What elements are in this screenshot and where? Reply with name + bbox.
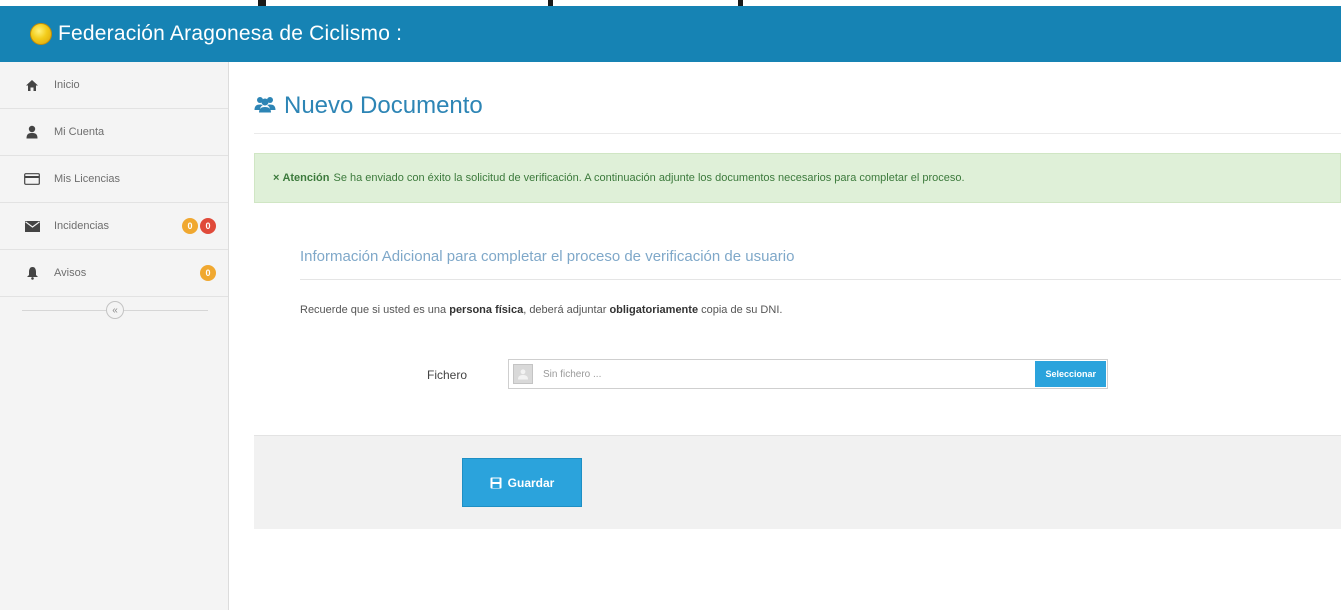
count-badge: 0 xyxy=(200,265,216,281)
bell-icon xyxy=(24,265,40,281)
divider xyxy=(254,133,1341,134)
sidebar-item-label: Inicio xyxy=(54,79,80,91)
page-title: Nuevo Documento xyxy=(254,92,483,120)
save-button[interactable]: Guardar xyxy=(462,458,582,507)
card-icon xyxy=(24,171,40,187)
sidebar-item-label: Avisos xyxy=(54,267,87,279)
section-title: Información Adicional para completar el … xyxy=(300,248,795,265)
note-text: , deberá adjuntar xyxy=(523,304,610,316)
note-bold: persona física xyxy=(449,304,524,316)
count-badge: 0 xyxy=(200,218,216,234)
instruction-note: Recuerde que si usted es una persona fís… xyxy=(300,304,782,316)
sidebar: Inicio Mi Cuenta Mis Licencias Incidenci… xyxy=(0,62,229,610)
badge-group: 0 0 xyxy=(182,218,216,234)
divider xyxy=(300,279,1341,280)
sidebar-item-incidencias[interactable]: Incidencias 0 0 xyxy=(0,203,228,250)
floppy-disk-icon xyxy=(490,477,502,489)
file-icon xyxy=(513,364,533,384)
file-field-label: Fichero xyxy=(427,368,468,382)
sidebar-item-label: Mi Cuenta xyxy=(54,126,105,138)
file-input[interactable]: Sin fichero ... Seleccionar xyxy=(508,359,1108,389)
note-text: copia de su DNI. xyxy=(698,304,783,316)
sidebar-item-label: Mis Licencias xyxy=(54,173,121,185)
badge-group: 0 xyxy=(200,265,216,281)
collapse-sidebar-button[interactable]: « xyxy=(106,301,124,319)
form-actions-band xyxy=(254,435,1341,529)
save-label: Guardar xyxy=(507,475,555,490)
sidebar-item-mis-licencias[interactable]: Mis Licencias xyxy=(0,156,228,203)
logo-icon[interactable] xyxy=(30,23,52,45)
users-icon xyxy=(254,95,276,118)
close-icon[interactable]: × xyxy=(273,172,279,184)
select-file-button[interactable]: Seleccionar xyxy=(1035,361,1106,387)
main-content: Nuevo Documento × Atención Se ha enviado… xyxy=(230,62,1341,610)
user-icon xyxy=(24,124,40,140)
note-bold: obligatoriamente xyxy=(609,304,699,316)
sidebar-collapse-row: « xyxy=(0,297,228,325)
home-icon xyxy=(24,77,40,93)
sidebar-item-inicio[interactable]: Inicio xyxy=(0,62,228,109)
envelope-icon xyxy=(24,218,40,234)
page-title-text: Nuevo Documento xyxy=(284,92,483,119)
sidebar-item-avisos[interactable]: Avisos 0 xyxy=(0,250,228,297)
success-alert: × Atención Se ha enviado con éxito la so… xyxy=(254,153,1341,203)
sidebar-item-mi-cuenta[interactable]: Mi Cuenta xyxy=(0,109,228,156)
alert-message: Se ha enviado con éxito la solicitud de … xyxy=(333,172,965,184)
note-text: Recuerde que si usted es una xyxy=(300,304,450,316)
file-placeholder: Sin fichero ... xyxy=(543,368,602,380)
count-badge: 0 xyxy=(182,218,198,234)
app-header: Federación Aragonesa de Ciclismo : xyxy=(0,6,1341,62)
app-title[interactable]: Federación Aragonesa de Ciclismo : xyxy=(58,22,402,46)
alert-title: Atención xyxy=(282,172,330,184)
sidebar-item-label: Incidencias xyxy=(54,220,110,232)
